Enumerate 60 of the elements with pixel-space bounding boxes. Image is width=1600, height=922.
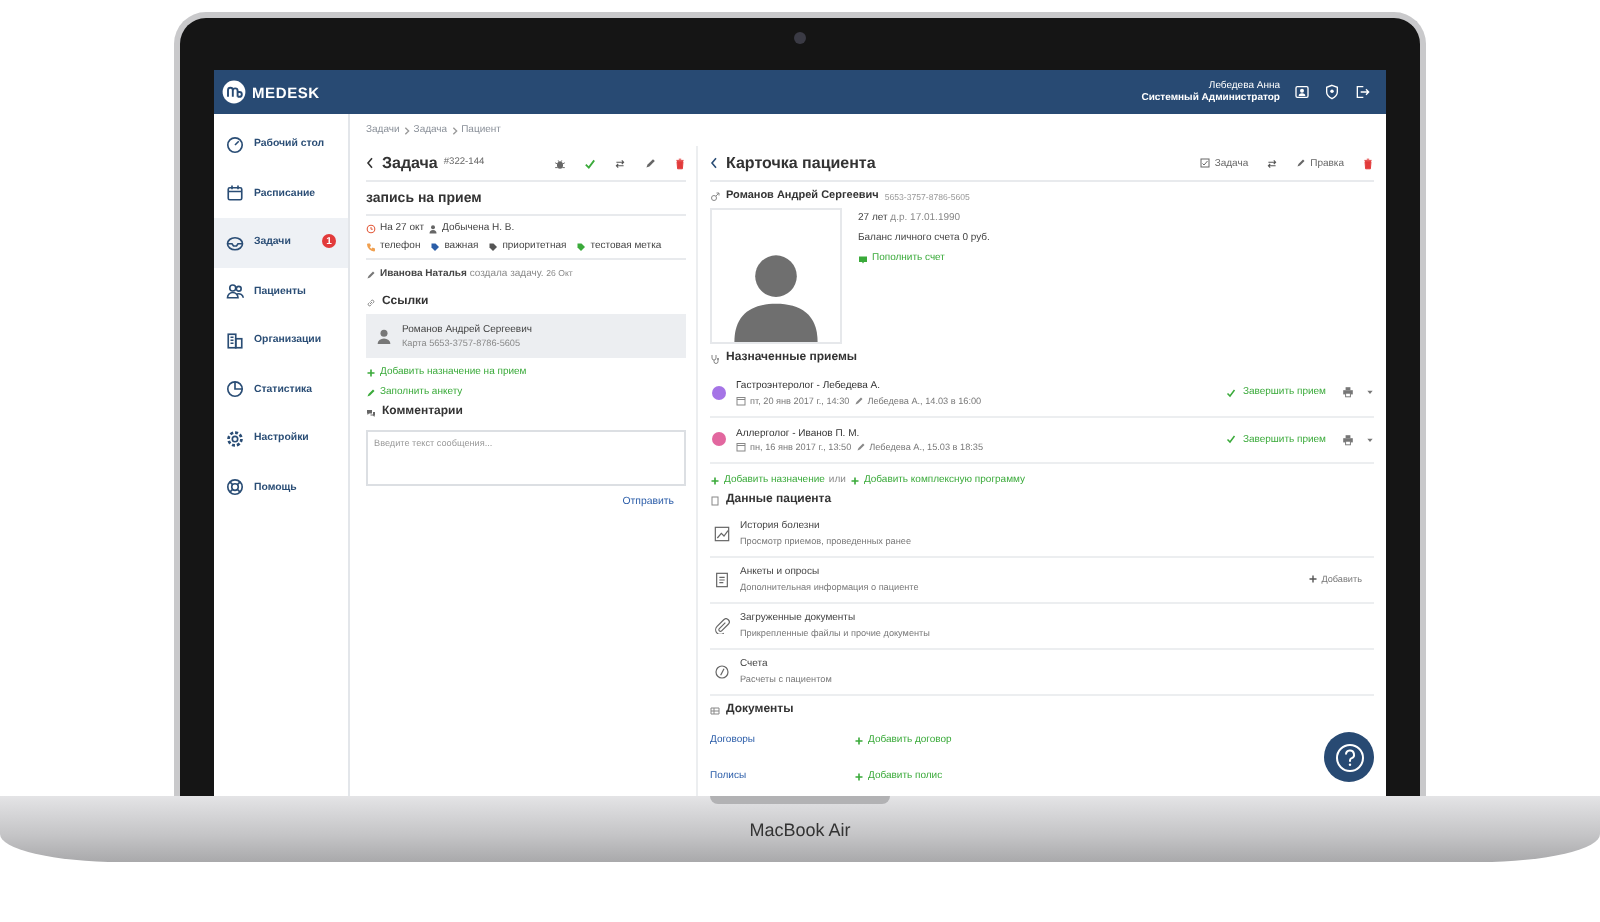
person-silhouette-icon: [376, 328, 392, 344]
plus-icon: [710, 475, 720, 485]
person-icon: [428, 223, 439, 233]
gauge-icon: [226, 135, 244, 154]
people-icon: [226, 282, 244, 301]
coin-icon: [714, 663, 730, 679]
avatar-placeholder: [710, 208, 842, 344]
document-icon: [710, 495, 720, 505]
printer-icon[interactable]: [1342, 386, 1354, 399]
plus-icon: [849, 475, 860, 485]
plus-icon: [1307, 574, 1318, 584]
plus-icon: [854, 735, 864, 745]
check-icon[interactable]: [584, 157, 596, 169]
calendar-icon: [736, 395, 746, 405]
bug-icon[interactable]: [554, 157, 566, 169]
printer-icon[interactable]: [1342, 433, 1354, 446]
pencil-icon: [1296, 158, 1307, 168]
back-icon[interactable]: [710, 156, 718, 170]
lifebuoy-icon: [226, 478, 244, 497]
back-icon[interactable]: [366, 156, 374, 170]
pencil-icon: [366, 387, 376, 397]
trash-icon[interactable]: [1362, 157, 1374, 169]
pie-chart-icon: [226, 380, 244, 399]
logout-icon[interactable]: [1354, 84, 1370, 100]
grid-icon: [710, 705, 720, 715]
check-icon: [1226, 434, 1237, 445]
pencil-icon: [855, 442, 866, 452]
trash-icon[interactable]: [674, 157, 686, 169]
plus-icon: [854, 771, 864, 781]
help-button[interactable]: [1324, 732, 1374, 782]
card-title: Карточка пациента: [726, 154, 876, 172]
settings-icon: [226, 429, 244, 448]
swap-icon[interactable]: [614, 157, 626, 169]
calendar-icon: [736, 442, 746, 452]
logo-icon: [222, 80, 246, 104]
pencil-icon: [853, 395, 864, 405]
swap-icon[interactable]: [1266, 157, 1279, 169]
id-card-icon[interactable]: [1294, 84, 1310, 100]
chevron-icon: [401, 125, 412, 135]
link-icon: [366, 297, 376, 307]
clock-icon: [366, 223, 376, 233]
pencil-icon[interactable]: [644, 157, 656, 169]
calendar-icon: [226, 184, 244, 203]
plus-icon: [366, 367, 376, 377]
male-icon: [710, 191, 720, 201]
chevron-icon: [449, 125, 460, 135]
form-icon: [714, 571, 730, 587]
pencil-icon: [366, 269, 376, 279]
paperclip-icon: [714, 617, 730, 633]
task-title: Задача: [382, 154, 438, 172]
shield-icon[interactable]: [1324, 84, 1340, 100]
camera-icon: [794, 32, 806, 44]
building-icon: [226, 331, 244, 350]
check-icon: [1226, 387, 1237, 398]
checkbox-icon: [1200, 158, 1211, 168]
chart-icon: [714, 525, 730, 541]
comments-icon: [366, 407, 376, 417]
device-label: MacBook Air: [749, 819, 851, 839]
inbox-icon: [226, 233, 244, 252]
stethoscope-icon: [710, 353, 720, 363]
